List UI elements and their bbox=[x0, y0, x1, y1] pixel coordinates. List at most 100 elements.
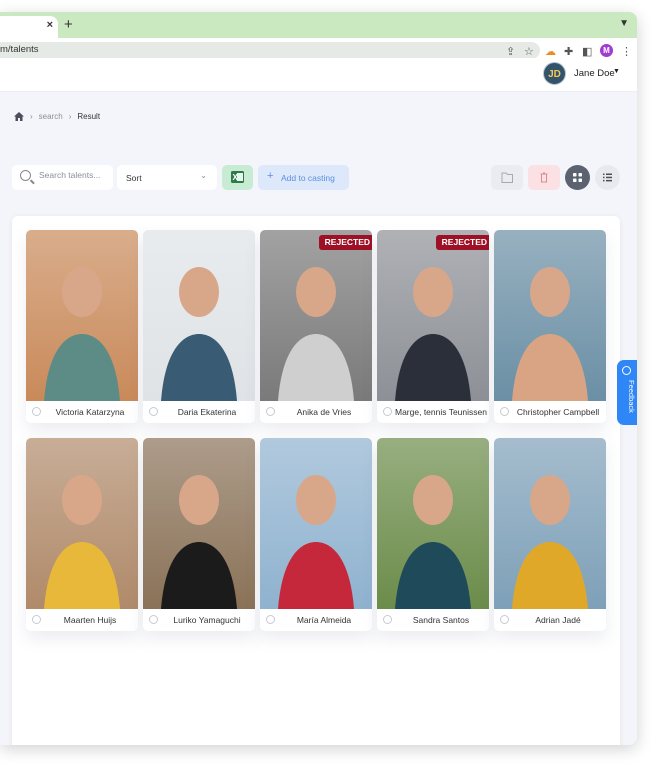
talent-card[interactable]: María Almeida bbox=[260, 438, 372, 631]
menu-dots-icon[interactable]: ⋮ bbox=[621, 45, 632, 58]
select-radio[interactable] bbox=[266, 407, 275, 416]
breadcrumb-separator: › bbox=[68, 112, 72, 121]
home-icon[interactable] bbox=[14, 112, 24, 121]
talent-card[interactable]: Victoria Katarzyna bbox=[26, 230, 138, 423]
talent-card[interactable]: Adrian Jadé bbox=[494, 438, 606, 631]
share-icon[interactable]: ⇪ bbox=[506, 45, 515, 58]
feedback-label: Feedback bbox=[627, 380, 636, 413]
talent-caption: Marge, tennis Teunissen bbox=[377, 401, 489, 423]
excel-icon: X bbox=[231, 171, 244, 183]
talent-card[interactable]: REJECTED Marge, tennis Teunissen bbox=[377, 230, 489, 423]
new-tab-button[interactable]: + bbox=[64, 16, 73, 33]
talent-name[interactable]: Daria Ekaterina bbox=[161, 401, 253, 423]
profile-avatar[interactable]: M bbox=[600, 44, 613, 57]
list-icon bbox=[603, 173, 612, 182]
select-radio[interactable] bbox=[383, 615, 392, 624]
talent-name[interactable]: Sandra Santos bbox=[395, 609, 487, 631]
talent-card[interactable]: Luriko Yamaguchi bbox=[143, 438, 255, 631]
extension-cloud-icon[interactable]: ☁ bbox=[545, 45, 556, 58]
talent-name[interactable]: Maarten Huijs bbox=[44, 609, 136, 631]
talent-photo[interactable] bbox=[143, 230, 255, 401]
talent-name[interactable]: María Almeida bbox=[278, 609, 370, 631]
app-header: JD Jane Doe ▼ bbox=[0, 58, 637, 92]
address-bar[interactable]: m/talents bbox=[0, 42, 540, 59]
talent-name[interactable]: Marge, tennis Teunissen bbox=[395, 401, 487, 423]
puzzle-icon[interactable]: ✚ bbox=[564, 45, 573, 58]
delete-button[interactable] bbox=[528, 165, 560, 190]
talent-caption: Victoria Katarzyna bbox=[26, 401, 138, 423]
add-to-casting-button[interactable]: + Add to casting bbox=[258, 165, 349, 190]
talent-name[interactable]: Anika de Vries bbox=[278, 401, 370, 423]
search-box[interactable] bbox=[12, 165, 113, 190]
select-radio[interactable] bbox=[383, 407, 392, 416]
talent-name[interactable]: Adrian Jadé bbox=[512, 609, 604, 631]
talent-name[interactable]: Christopher Campbell bbox=[512, 401, 604, 423]
list-view-button[interactable] bbox=[595, 165, 620, 190]
breadcrumb-result: Result bbox=[77, 112, 101, 121]
talent-caption: Anika de Vries bbox=[260, 401, 372, 423]
talent-card[interactable]: Christopher Campbell bbox=[494, 230, 606, 423]
breadcrumb-search[interactable]: search bbox=[39, 112, 63, 121]
talent-card[interactable]: Sandra Santos bbox=[377, 438, 489, 631]
talent-caption: Sandra Santos bbox=[377, 609, 489, 631]
tab-bar: × + ▼ bbox=[0, 12, 637, 38]
export-excel-button[interactable]: X bbox=[222, 165, 253, 190]
talent-card[interactable]: REJECTED Anika de Vries bbox=[260, 230, 372, 423]
talent-name[interactable]: Victoria Katarzyna bbox=[44, 401, 136, 423]
search-input[interactable] bbox=[39, 170, 111, 180]
folder-icon bbox=[501, 172, 513, 183]
talent-photo[interactable] bbox=[26, 438, 138, 609]
trash-icon bbox=[540, 172, 548, 183]
search-icon bbox=[20, 170, 31, 181]
talent-card[interactable]: Maarten Huijs bbox=[26, 438, 138, 631]
status-badge: REJECTED bbox=[318, 235, 372, 250]
select-radio[interactable] bbox=[500, 407, 509, 416]
close-tab-icon[interactable]: × bbox=[47, 19, 53, 31]
folder-button[interactable] bbox=[491, 165, 523, 190]
talent-caption: María Almeida bbox=[260, 609, 372, 631]
status-badge: REJECTED bbox=[435, 235, 489, 250]
talent-caption: Adrian Jadé bbox=[494, 609, 606, 631]
user-avatar[interactable]: JD bbox=[543, 62, 566, 85]
active-tab[interactable]: × bbox=[0, 16, 58, 38]
grid-view-button[interactable] bbox=[565, 165, 590, 190]
talent-photo[interactable] bbox=[260, 230, 372, 401]
grid-icon bbox=[573, 173, 582, 182]
browser-window: × + ▼ m/talents ⇪ ☆ ☁ ✚ ◧ M ⋮ JD Jane Do… bbox=[0, 12, 637, 745]
select-radio[interactable] bbox=[500, 615, 509, 624]
url-text: m/talents bbox=[0, 44, 39, 55]
sort-select[interactable]: Sort ⌄ bbox=[117, 165, 217, 190]
select-radio[interactable] bbox=[32, 615, 41, 624]
feedback-tab[interactable]: Feedback bbox=[617, 360, 637, 425]
caret-down-icon[interactable]: ▼ bbox=[613, 68, 620, 75]
star-icon[interactable]: ☆ bbox=[524, 45, 534, 58]
feedback-icon bbox=[622, 366, 631, 375]
chevron-down-icon[interactable]: ▼ bbox=[619, 18, 629, 29]
plus-icon: + bbox=[267, 170, 274, 182]
sort-label: Sort bbox=[126, 173, 142, 183]
user-name[interactable]: Jane Doe bbox=[574, 68, 615, 79]
talent-photo[interactable] bbox=[26, 230, 138, 401]
svg-text:X: X bbox=[233, 173, 239, 182]
select-radio[interactable] bbox=[32, 407, 41, 416]
talent-caption: Luriko Yamaguchi bbox=[143, 609, 255, 631]
select-radio[interactable] bbox=[149, 407, 158, 416]
talent-caption: Maarten Huijs bbox=[26, 609, 138, 631]
add-to-casting-label: Add to casting bbox=[281, 173, 335, 183]
breadcrumb: › search › Result bbox=[14, 112, 100, 121]
talent-photo[interactable] bbox=[377, 438, 489, 609]
chevron-down-icon: ⌄ bbox=[200, 171, 207, 180]
select-radio[interactable] bbox=[266, 615, 275, 624]
talent-card[interactable]: Daria Ekaterina bbox=[143, 230, 255, 423]
talent-photo[interactable] bbox=[143, 438, 255, 609]
talent-name[interactable]: Luriko Yamaguchi bbox=[161, 609, 253, 631]
sidepanel-icon[interactable]: ◧ bbox=[582, 45, 592, 58]
breadcrumb-separator: › bbox=[30, 112, 33, 121]
talent-caption: Christopher Campbell bbox=[494, 401, 606, 423]
talent-photo[interactable] bbox=[260, 438, 372, 609]
talent-photo[interactable] bbox=[494, 230, 606, 401]
talent-photo[interactable] bbox=[377, 230, 489, 401]
talent-caption: Daria Ekaterina bbox=[143, 401, 255, 423]
talent-photo[interactable] bbox=[494, 438, 606, 609]
select-radio[interactable] bbox=[149, 615, 158, 624]
